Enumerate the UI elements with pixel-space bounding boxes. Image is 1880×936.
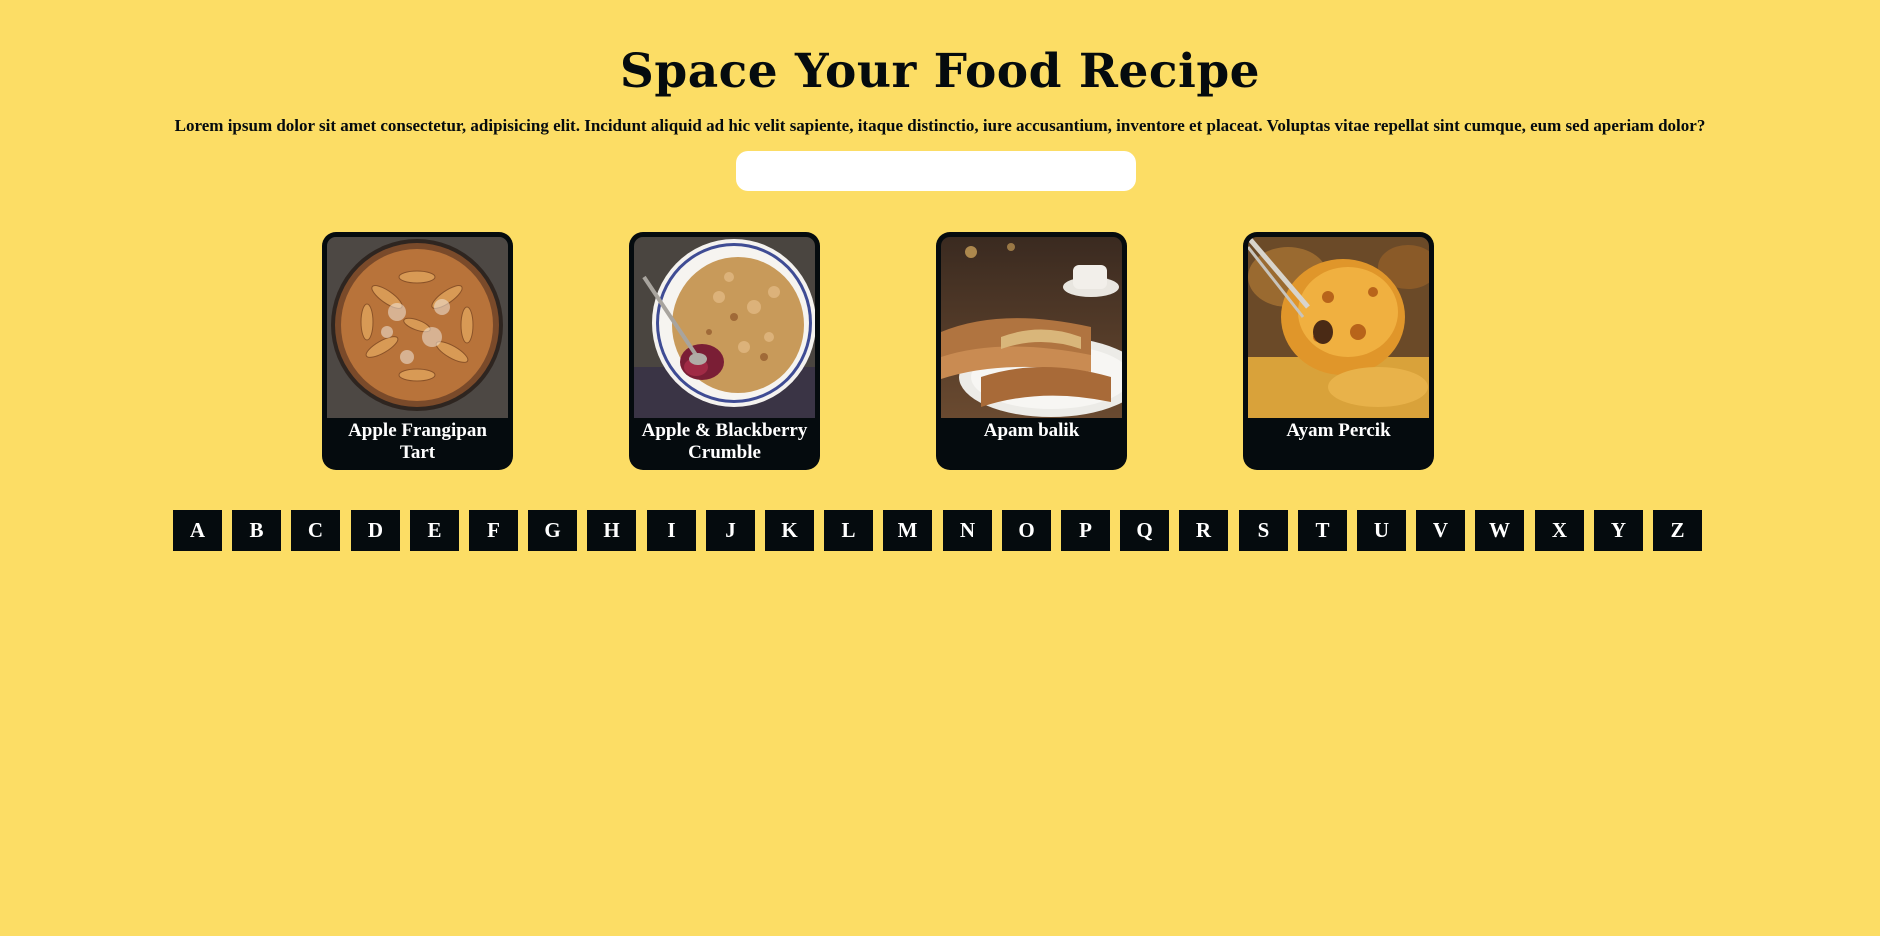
letter-button-z[interactable]: Z <box>1653 510 1702 551</box>
letter-button-q[interactable]: Q <box>1120 510 1169 551</box>
page-title: Space Your Food Recipe <box>619 44 1261 99</box>
alphabet-nav: ABCDEFGHIJKLMNOPQRSTUVWXYZ <box>173 510 1702 551</box>
search-input[interactable] <box>736 151 1136 191</box>
letter-button-j[interactable]: J <box>706 510 755 551</box>
recipe-image-ayam-percik <box>1248 237 1429 418</box>
letter-button-s[interactable]: S <box>1239 510 1288 551</box>
recipe-card-ayam-percik[interactable]: Ayam Percik <box>1243 232 1434 470</box>
letter-button-v[interactable]: V <box>1416 510 1465 551</box>
letter-button-y[interactable]: Y <box>1594 510 1643 551</box>
recipe-name: Apple & Blackberry Crumble <box>641 420 808 463</box>
letter-button-c[interactable]: C <box>291 510 340 551</box>
page: Space Your Food Recipe Lorem ipsum dolor… <box>0 0 1880 936</box>
recipe-card-apam-balik[interactable]: Apam balik <box>936 232 1127 470</box>
recipe-name: Apam balik <box>983 420 1080 441</box>
recipe-image-apam-balik <box>941 237 1122 418</box>
letter-button-a[interactable]: A <box>173 510 222 551</box>
letter-button-o[interactable]: O <box>1002 510 1051 551</box>
letter-button-l[interactable]: L <box>824 510 873 551</box>
letter-button-h[interactable]: H <box>587 510 636 551</box>
recipe-name: Ayam Percik <box>1286 420 1391 441</box>
recipe-card-apple-blackberry-crumble[interactable]: Apple & Blackberry Crumble <box>629 232 820 470</box>
recipe-image-apple-blackberry-crumble <box>634 237 815 418</box>
recipe-name: Apple Frangipan Tart <box>348 420 487 463</box>
letter-button-b[interactable]: B <box>232 510 281 551</box>
letter-button-f[interactable]: F <box>469 510 518 551</box>
letter-button-k[interactable]: K <box>765 510 814 551</box>
letter-button-u[interactable]: U <box>1357 510 1406 551</box>
letter-button-d[interactable]: D <box>351 510 400 551</box>
page-subtitle: Lorem ipsum dolor sit amet consectetur, … <box>174 116 1706 135</box>
letter-button-r[interactable]: R <box>1179 510 1228 551</box>
letter-button-g[interactable]: G <box>528 510 577 551</box>
letter-button-n[interactable]: N <box>943 510 992 551</box>
letter-button-e[interactable]: E <box>410 510 459 551</box>
letter-button-i[interactable]: I <box>647 510 696 551</box>
recipe-image-apple-frangipan-tart <box>327 237 508 418</box>
letter-button-m[interactable]: M <box>883 510 932 551</box>
letter-button-w[interactable]: W <box>1475 510 1524 551</box>
letter-button-p[interactable]: P <box>1061 510 1110 551</box>
letter-button-t[interactable]: T <box>1298 510 1347 551</box>
recipe-card-apple-frangipan-tart[interactable]: Apple Frangipan Tart <box>322 232 513 470</box>
letter-button-x[interactable]: X <box>1535 510 1584 551</box>
